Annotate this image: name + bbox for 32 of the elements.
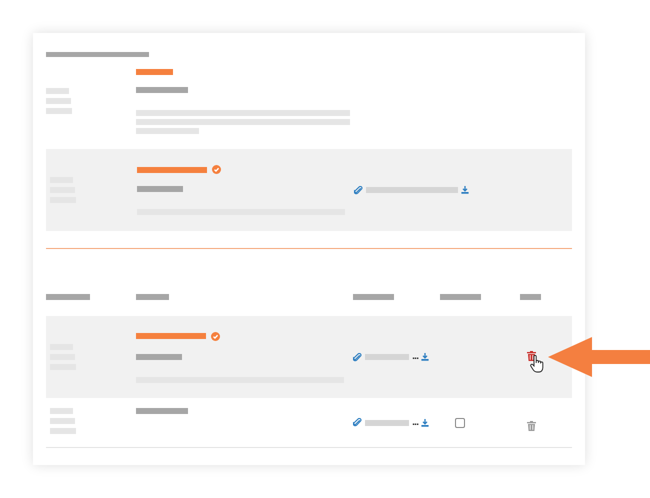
placeholder-bar [50, 428, 76, 434]
placeholder-bar [137, 186, 183, 192]
placeholder-bar [46, 98, 71, 104]
ellipsis: ... [412, 418, 418, 426]
paperclip-icon [353, 352, 362, 362]
placeholder-bar [136, 333, 206, 339]
placeholder-bar [520, 294, 541, 300]
table-row[interactable]: ... [46, 316, 572, 398]
placeholder-bar [50, 418, 75, 424]
table-row[interactable]: ... [46, 398, 572, 448]
paperclip-icon [353, 418, 362, 427]
download-icon[interactable] [461, 186, 469, 194]
placeholder-bar [440, 294, 481, 300]
placeholder-bar [46, 108, 72, 114]
paperclip-icon [354, 186, 363, 194]
placeholder-bar [136, 128, 199, 134]
placeholder-bar [136, 294, 169, 300]
placeholder-bar [136, 408, 188, 414]
download-icon[interactable] [421, 418, 430, 426]
hand-cursor-icon [530, 355, 544, 373]
ellipsis: ... [412, 353, 418, 361]
placeholder-bar [365, 420, 409, 426]
checkbox[interactable] [455, 418, 465, 428]
placeholder-bar [365, 354, 409, 360]
download-icon[interactable] [421, 353, 430, 361]
placeholder-bar [136, 86, 188, 92]
placeholder-bar [136, 68, 173, 74]
placeholder-bar [46, 88, 69, 94]
placeholder-bar [353, 294, 394, 300]
placeholder-bar [136, 354, 182, 360]
placeholder-bar [46, 294, 90, 300]
placeholder-bar [50, 408, 73, 414]
